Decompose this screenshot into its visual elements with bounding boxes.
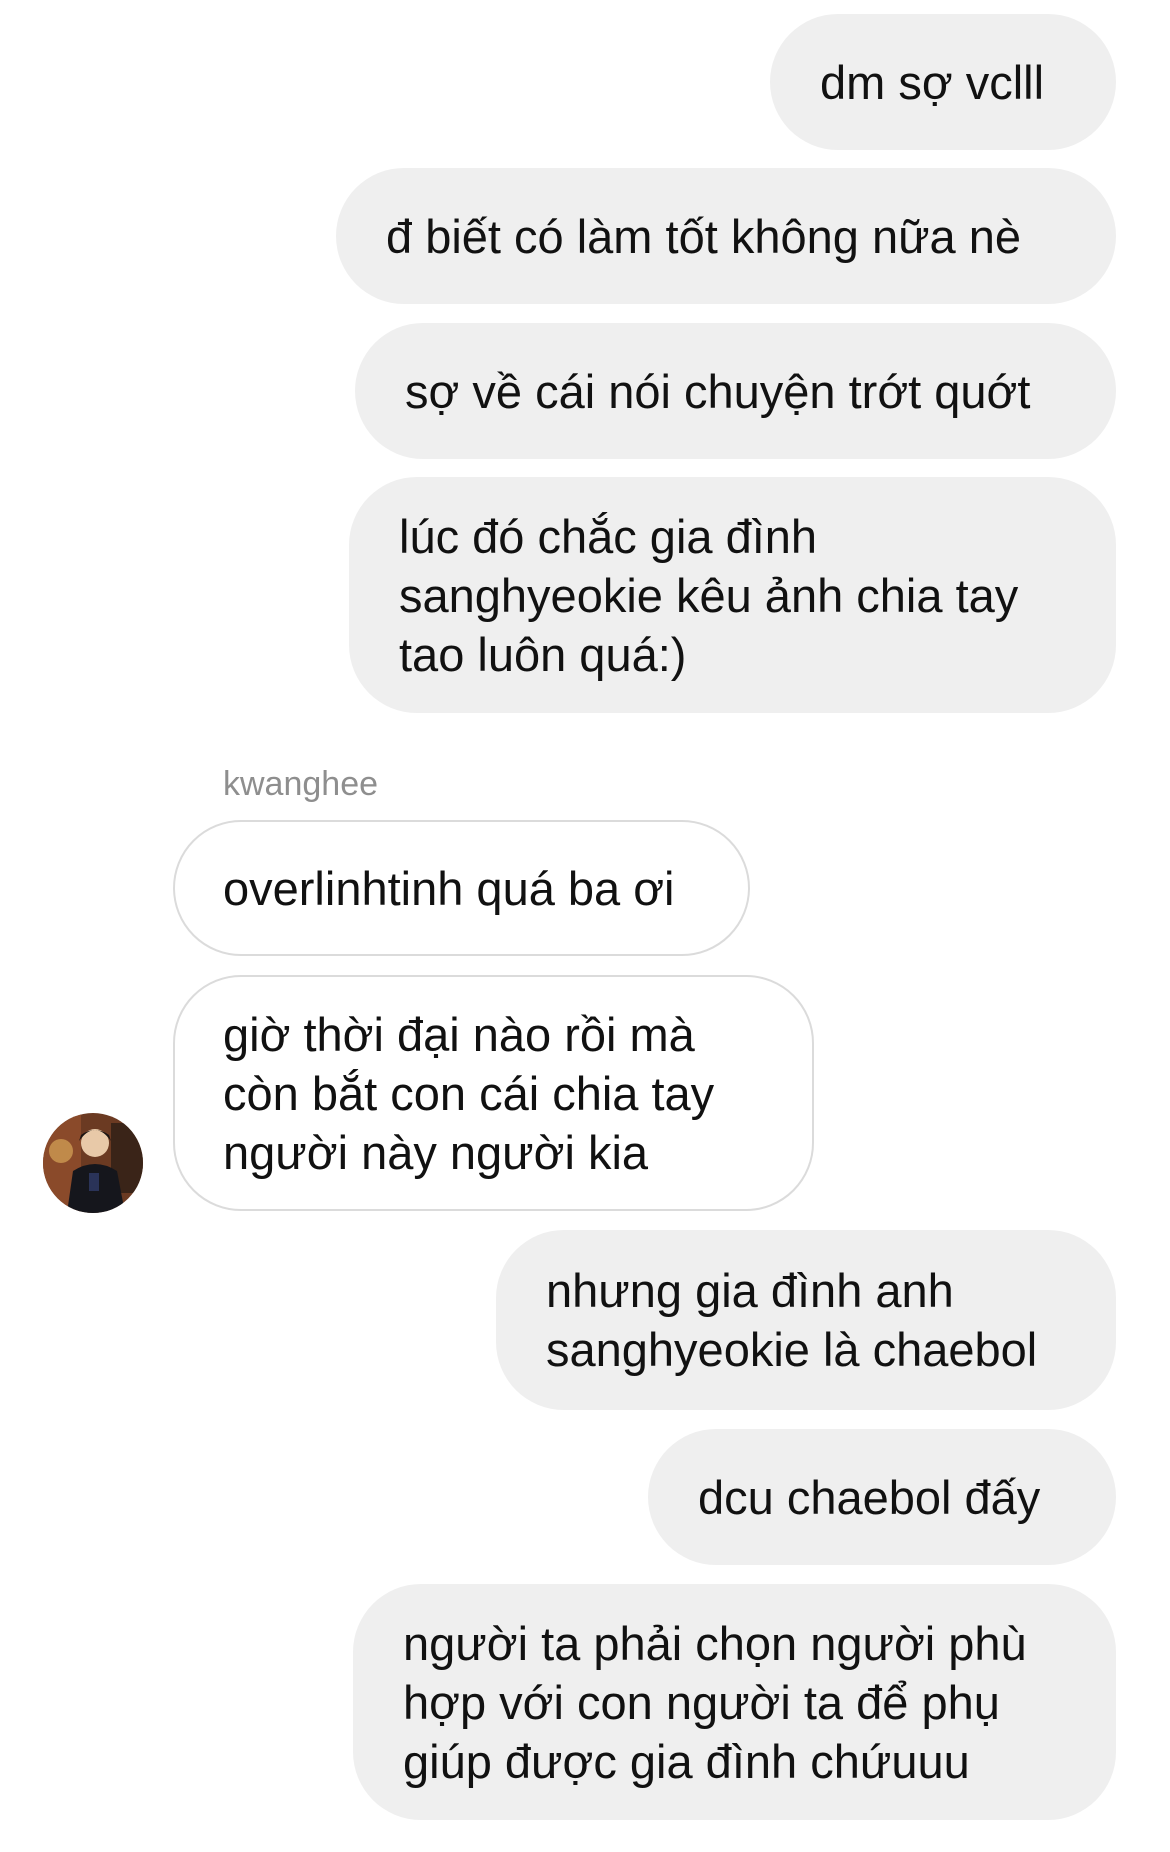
sender-name: kwanghee	[223, 765, 379, 803]
message-text: giờ thời đại nào rồi mà còn bắt con cái …	[223, 1005, 714, 1182]
message-bubble-incoming[interactable]: giờ thời đại nào rồi mà còn bắt con cái …	[173, 975, 814, 1211]
message-text: sợ về cái nói chuyện trớt quớt	[405, 362, 1030, 421]
message-line: còn bắt con cái chia tay	[223, 1066, 715, 1120]
message-text: dm sợ vclll	[820, 53, 1044, 112]
message-line: dcu chaebol đấy	[698, 1470, 1041, 1524]
message-text: đ biết có làm tốt không nữa nè	[386, 207, 1021, 266]
message-bubble-outgoing[interactable]: lúc đó chắc gia đình sanghyeokie kêu ảnh…	[349, 477, 1116, 713]
message-text: người ta phải chọn người phù hợp với con…	[403, 1614, 1027, 1791]
message-line: sanghyeokie kêu ảnh chia tay	[399, 568, 1019, 622]
sender-avatar[interactable]	[43, 1113, 143, 1213]
message-text: dcu chaebol đấy	[698, 1468, 1040, 1527]
message-line: lúc đó chắc gia đình	[399, 509, 818, 563]
message-bubble-incoming[interactable]: overlinhtinh quá ba ơi	[173, 820, 750, 956]
message-bubble-outgoing[interactable]: đ biết có làm tốt không nữa nè	[336, 168, 1116, 304]
message-line: nhưng gia đình anh	[546, 1264, 954, 1317]
message-line: dm sợ vclll	[820, 55, 1045, 109]
message-line: sợ về cái nói chuyện trớt quớt	[405, 364, 1031, 418]
message-bubble-outgoing[interactable]: dcu chaebol đấy	[648, 1429, 1116, 1565]
message-bubble-outgoing[interactable]: người ta phải chọn người phù hợp với con…	[353, 1584, 1116, 1820]
message-line: giờ thời đại nào rồi mà	[223, 1007, 695, 1061]
message-bubble-outgoing[interactable]: dm sợ vclll	[770, 14, 1116, 150]
message-line: người ta phải chọn người phù	[403, 1616, 1027, 1670]
message-line: sanghyeokie là chaebol	[546, 1323, 1038, 1376]
message-bubble-outgoing[interactable]: nhưng gia đình anh sanghyeokie là chaebo…	[496, 1230, 1116, 1410]
message-line: người này người kia	[223, 1125, 649, 1179]
message-text: nhưng gia đình anh sanghyeokie là chaebo…	[546, 1261, 1037, 1379]
message-line: hợp với con người ta để phụ	[403, 1675, 1000, 1729]
message-text: lúc đó chắc gia đình sanghyeokie kêu ảnh…	[399, 507, 1018, 684]
message-line: đ biết có làm tốt không nữa nè	[386, 209, 1022, 263]
message-line: overlinhtinh quá ba ơi	[223, 861, 675, 915]
message-text: overlinhtinh quá ba ơi	[223, 859, 675, 918]
message-bubble-outgoing[interactable]: sợ về cái nói chuyện trớt quớt	[355, 323, 1116, 459]
message-line: tao luôn quá:)	[399, 627, 687, 681]
user-photo-avatar-icon	[43, 1113, 143, 1213]
message-line: giúp được gia đình chứuuu	[403, 1734, 970, 1788]
